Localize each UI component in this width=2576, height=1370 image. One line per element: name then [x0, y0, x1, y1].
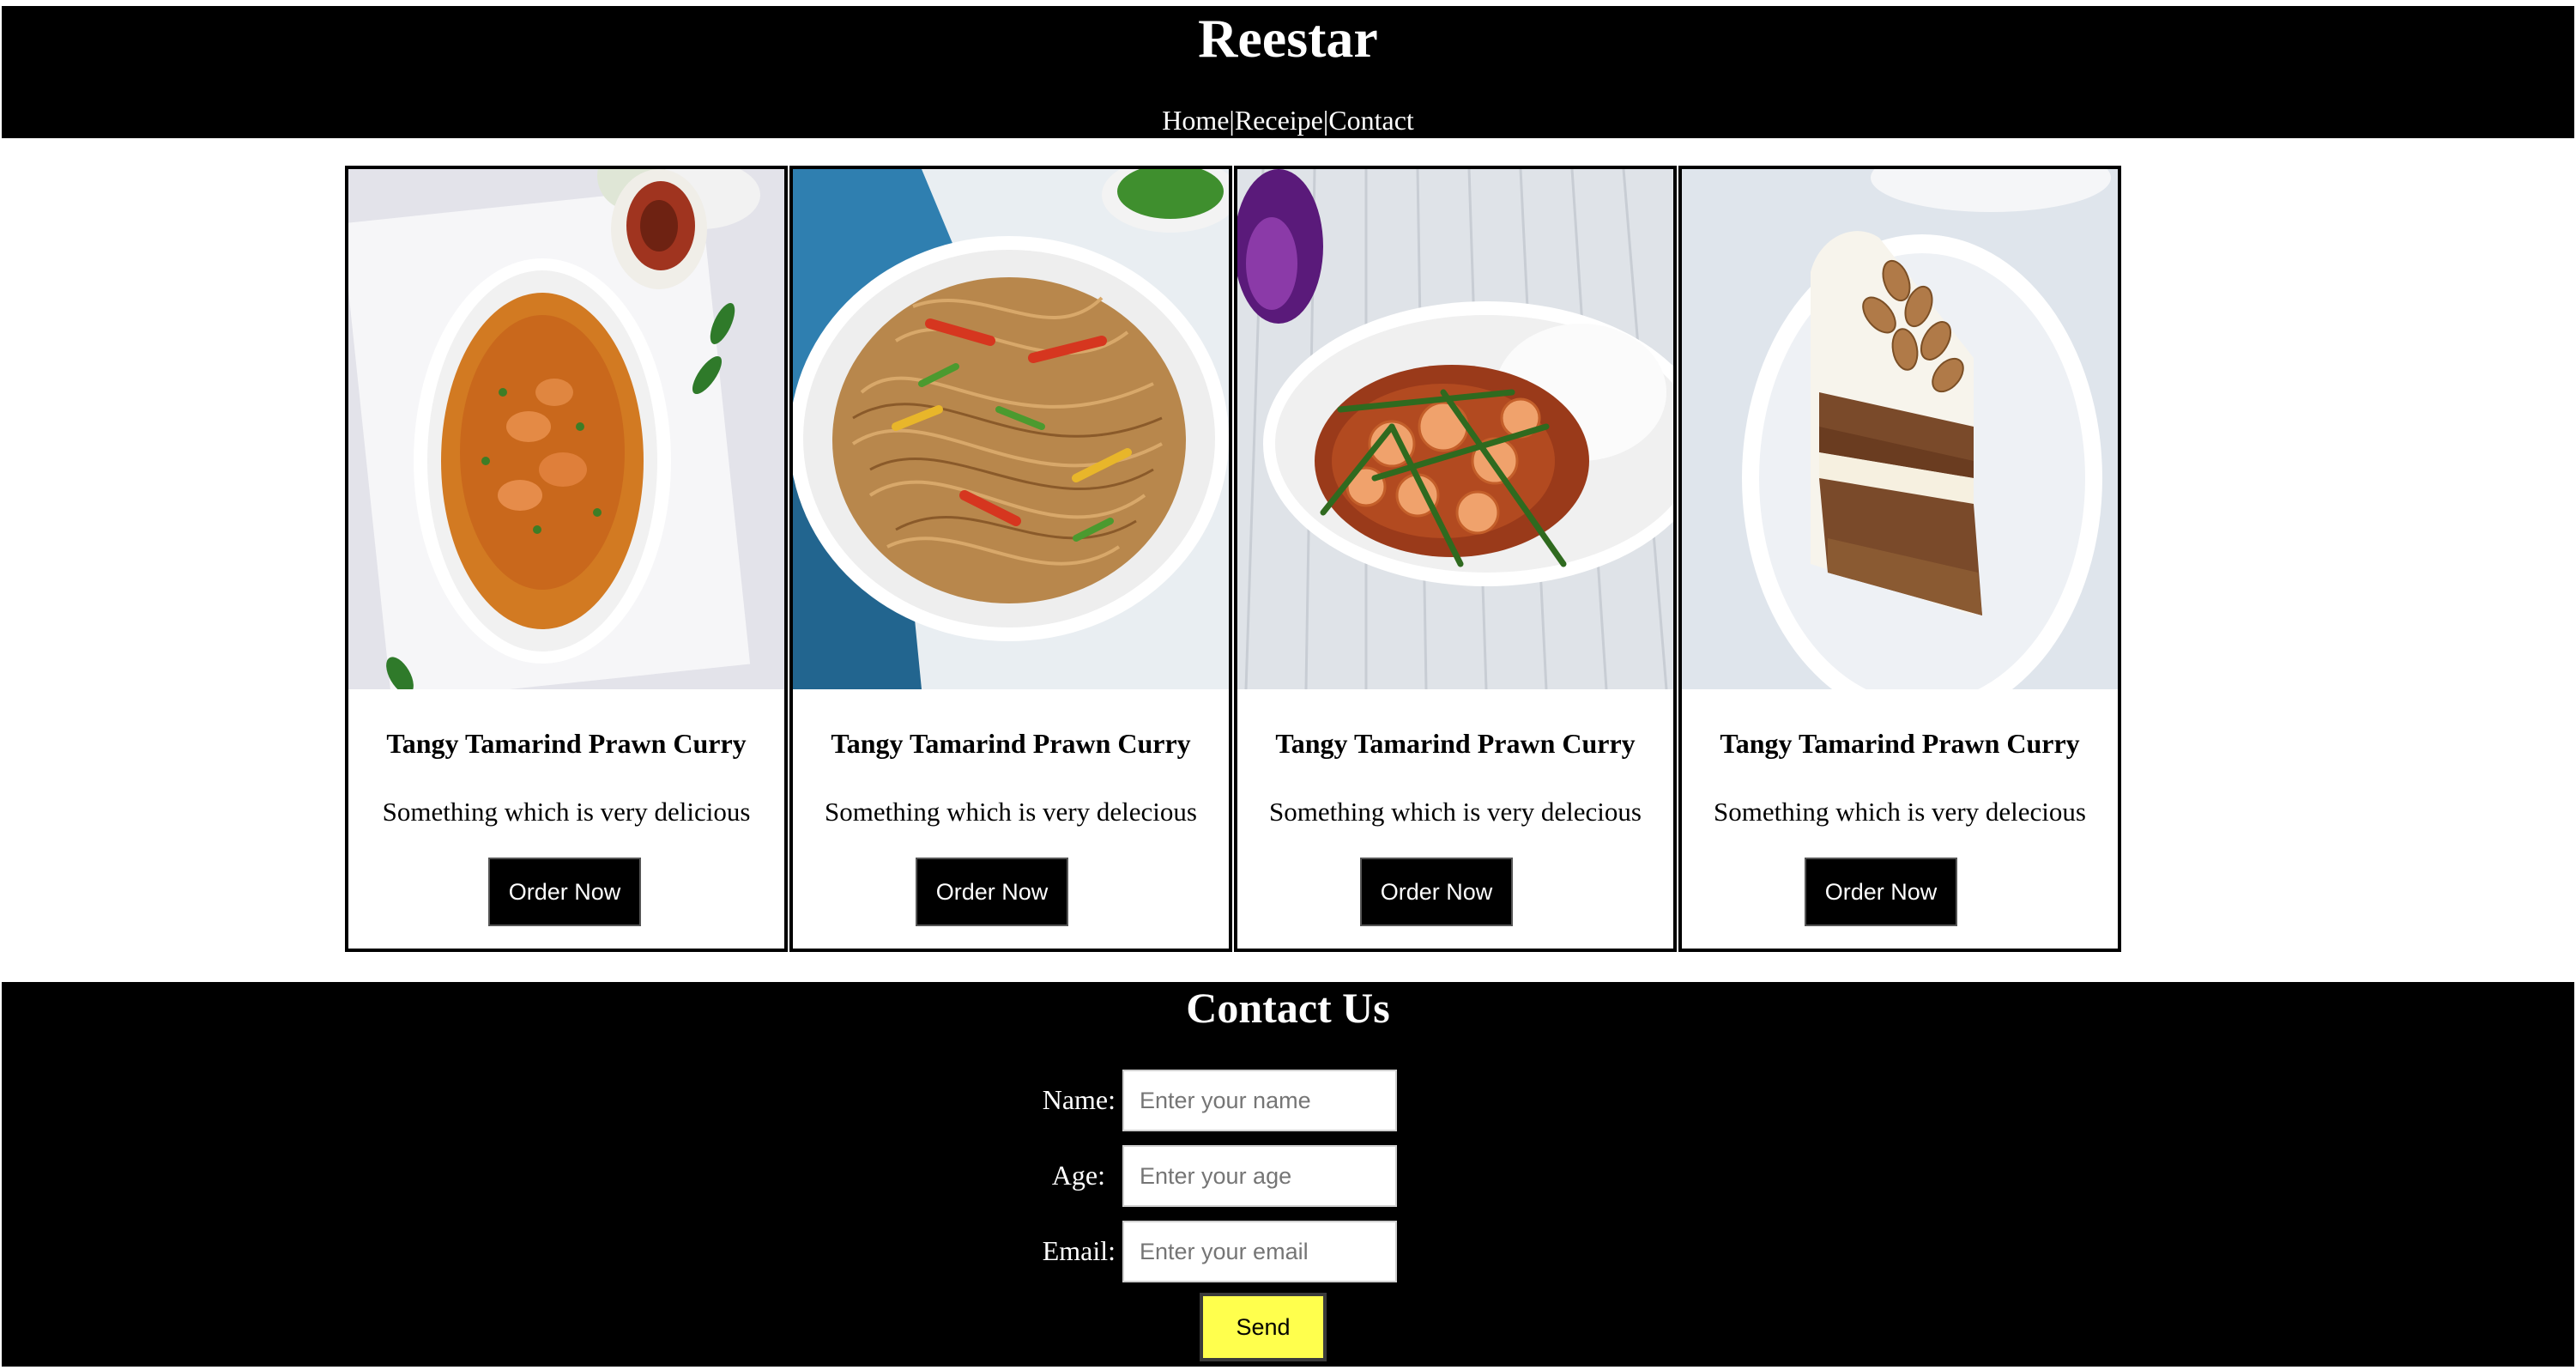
prawns-rice-image	[1237, 169, 1673, 689]
order-now-button[interactable]: Order Now	[916, 858, 1068, 926]
card-title: Tangy Tamarind Prawn Curry	[1275, 728, 1636, 759]
prawn-curry-image	[348, 169, 784, 689]
card-description: Something which is very delecious	[1714, 797, 2086, 827]
email-input[interactable]	[1122, 1221, 1397, 1282]
recipe-card: Tangy Tamarind Prawn Curry Something whi…	[1678, 166, 2121, 952]
nav-link-contact[interactable]: Contact	[1328, 105, 1414, 136]
send-button[interactable]: Send	[1200, 1293, 1327, 1361]
recipe-card: Tangy Tamarind Prawn Curry Something whi…	[789, 166, 1232, 952]
contact-section: Contact Us Name: Age: Email: Send	[2, 982, 2574, 1367]
card-title: Tangy Tamarind Prawn Curry	[831, 728, 1191, 759]
recipe-card: Tangy Tamarind Prawn Curry Something whi…	[345, 166, 788, 952]
site-title: Reestar	[1198, 8, 1378, 69]
noodles-image	[793, 169, 1229, 689]
card-title: Tangy Tamarind Prawn Curry	[1720, 728, 2080, 759]
nav-link-receipe[interactable]: Receipe	[1235, 105, 1323, 136]
site-header: Reestar Home|Receipe|Contact	[2, 6, 2574, 138]
email-label: Email:	[1042, 1235, 1116, 1266]
nav-link-home[interactable]: Home	[1162, 105, 1229, 136]
name-input[interactable]	[1122, 1070, 1397, 1131]
recipe-photo-carrot-cake	[1682, 169, 2118, 689]
name-label: Name:	[1042, 1084, 1116, 1115]
recipe-photo-prawns-rice	[1237, 169, 1673, 689]
card-title: Tangy Tamarind Prawn Curry	[386, 728, 747, 759]
order-now-button[interactable]: Order Now	[488, 858, 641, 926]
recipe-photo-noodles	[793, 169, 1229, 689]
card-description: Something which is very delecious	[825, 797, 1197, 827]
recipe-card: Tangy Tamarind Prawn Curry Something whi…	[1234, 166, 1677, 952]
carrot-cake-image	[1682, 169, 2118, 689]
page: Reestar Home|Receipe|Contact Tangy Tamar…	[0, 0, 2576, 1370]
order-now-button[interactable]: Order Now	[1805, 858, 1957, 926]
recipe-photo-prawn-curry	[348, 169, 784, 689]
age-input[interactable]	[1122, 1145, 1397, 1207]
order-now-button[interactable]: Order Now	[1360, 858, 1513, 926]
contact-title: Contact Us	[1186, 984, 1390, 1032]
card-description: Something which is very delecious	[1269, 797, 1642, 827]
card-description: Something which is very delicious	[382, 797, 751, 827]
age-label: Age:	[1051, 1160, 1105, 1191]
main-nav: Home|Receipe|Contact	[2, 104, 2574, 136]
